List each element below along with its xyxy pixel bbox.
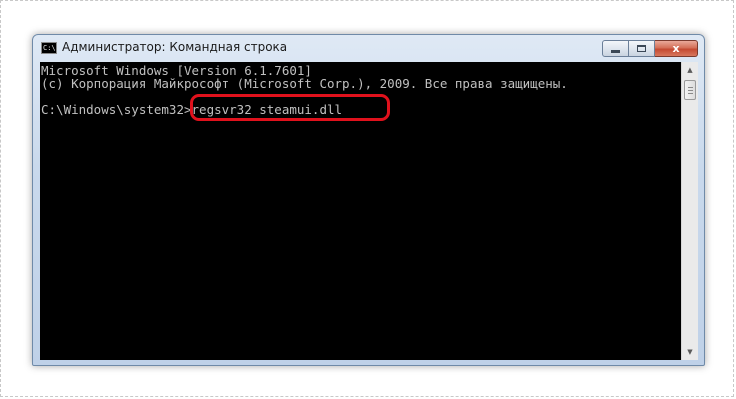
minimize-icon [611,50,620,53]
console-line-copyright: (c) Корпорация Майкрософт (Microsoft Cor… [41,76,568,91]
cmd-window: C:\ Администратор: Командная строка x Mi… [32,34,705,366]
thumb-grip-line [688,93,693,94]
scroll-up-arrow-icon[interactable]: ▲ [682,62,698,78]
maximize-button[interactable] [629,40,655,57]
command-highlight-annotation [190,94,390,121]
close-icon: x [672,42,680,55]
scroll-down-arrow-icon[interactable]: ▼ [682,344,698,360]
caption-buttons: x [602,40,698,58]
cmd-icon[interactable]: C:\ [41,42,57,54]
vertical-scrollbar[interactable]: ▲ ▼ [681,62,698,360]
command-prompt: C:\Windows\system32> [41,102,192,117]
thumb-grip-line [688,90,693,91]
scroll-thumb[interactable] [684,80,696,100]
close-button[interactable]: x [655,40,698,57]
minimize-button[interactable] [602,40,629,57]
console-output[interactable]: Microsoft Windows [Version 6.1.7601] (c)… [40,62,681,360]
thumb-grip-line [688,87,693,88]
title-bar[interactable]: C:\ Администратор: Командная строка x [33,35,704,62]
window-title: Администратор: Командная строка [62,40,288,54]
maximize-icon [637,45,646,52]
